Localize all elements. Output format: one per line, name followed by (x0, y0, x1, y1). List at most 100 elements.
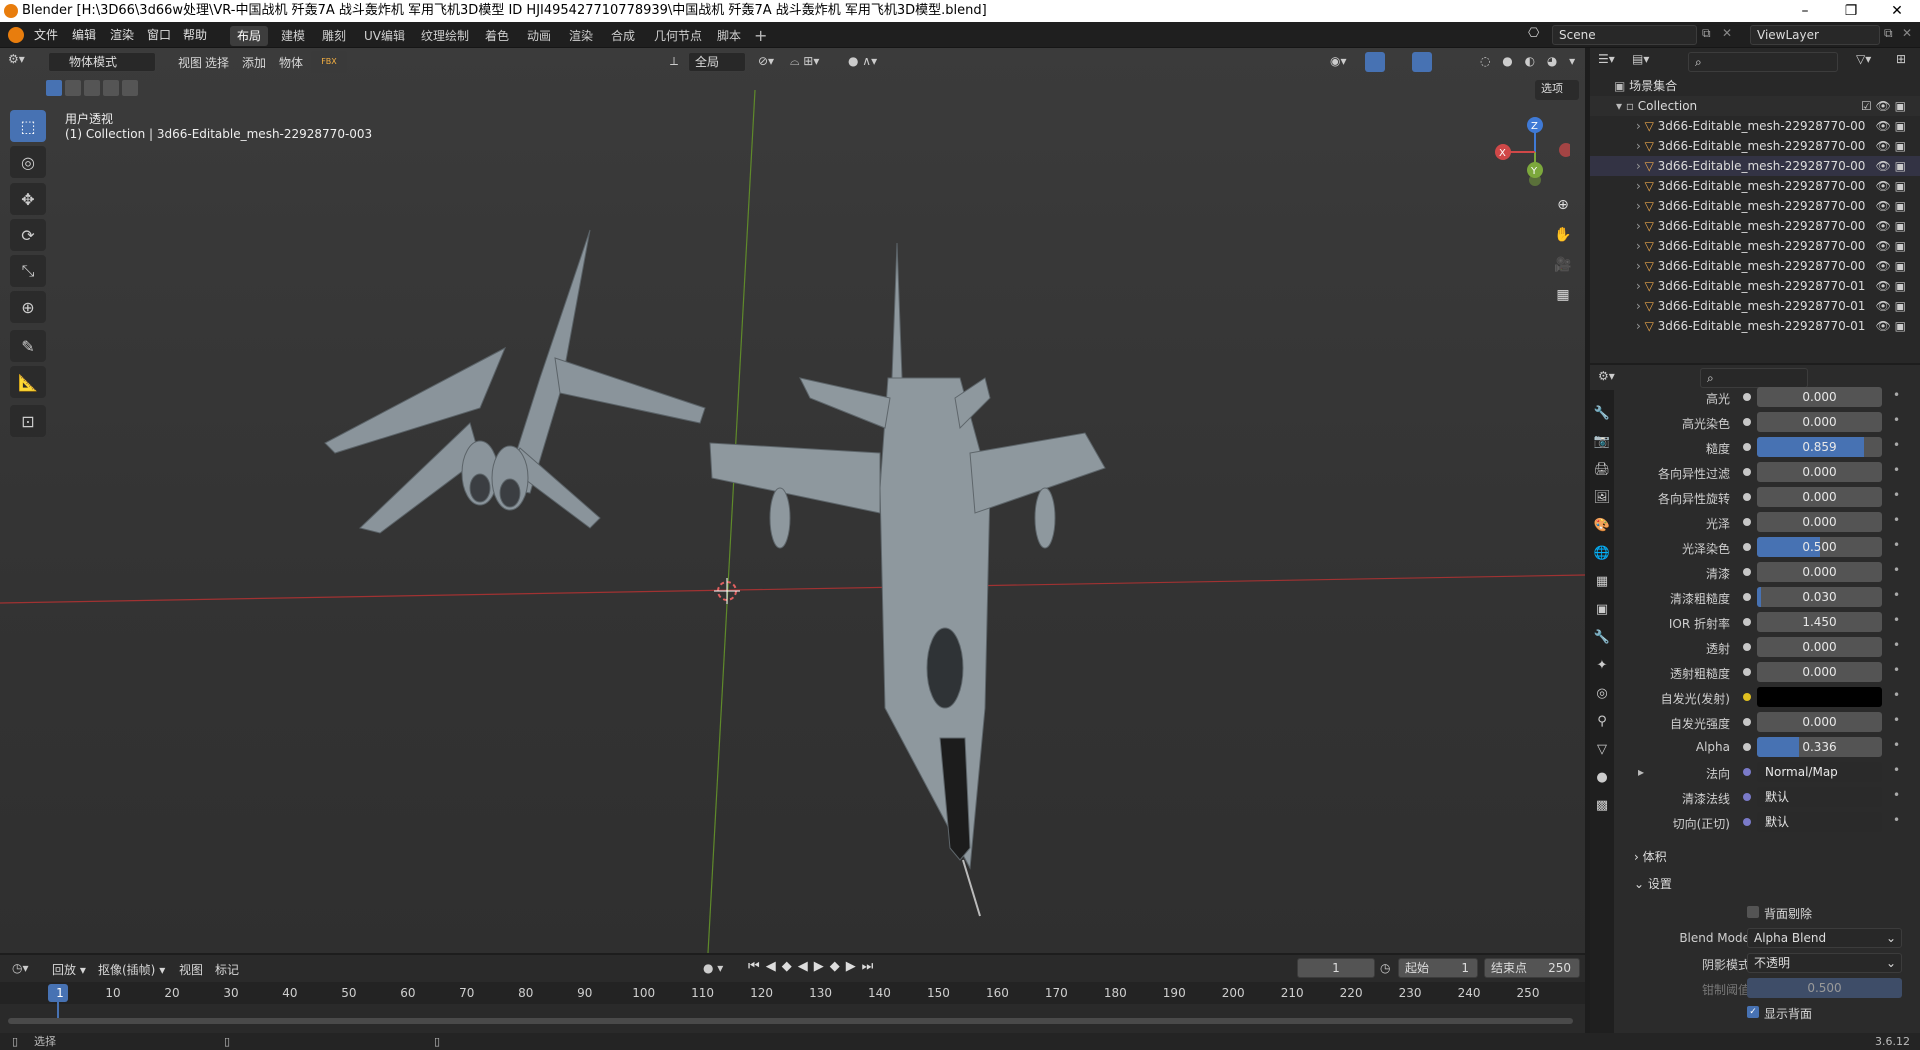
scene-duplicate-icon[interactable]: ⧉ (1702, 26, 1711, 41)
viewlayer-duplicate-icon[interactable]: ⧉ (1884, 26, 1893, 41)
measure-tool[interactable]: 📐 (10, 366, 46, 398)
property-value-field[interactable] (1757, 687, 1882, 707)
property-value-field[interactable]: 0.336 (1757, 737, 1882, 757)
visibility-toggle-icon[interactable]: 👁 ▣ (1876, 156, 1906, 176)
menu-render[interactable]: 渲染 (110, 22, 134, 48)
keyframe-dot-icon[interactable]: • (1893, 513, 1900, 527)
select-box-tool[interactable]: ⬚ (10, 110, 46, 142)
menu-window[interactable]: 窗口 (147, 22, 171, 48)
keyframe-dot-icon[interactable]: • (1893, 438, 1900, 452)
tab-geometry-nodes[interactable]: 几何节点 (647, 26, 709, 46)
outliner-search[interactable]: ⌕ (1688, 52, 1838, 72)
volume-panel-header[interactable]: › 体积 (1634, 848, 1667, 865)
select-intersect-icon[interactable] (122, 80, 138, 96)
blend-mode-select[interactable]: Alpha Blend ⌄ (1747, 928, 1902, 948)
keyframe-dot-icon[interactable]: • (1893, 738, 1900, 752)
select-new-icon[interactable] (46, 80, 62, 96)
close-icon[interactable]: ✕ (1874, 0, 1920, 22)
socket-icon[interactable] (1743, 618, 1751, 626)
visibility-toggle-icon[interactable]: 👁 ▣ (1876, 296, 1906, 316)
socket-icon[interactable] (1743, 743, 1751, 751)
property-value-field[interactable]: 默认 (1757, 812, 1882, 832)
property-value-field[interactable]: 0.000 (1757, 637, 1882, 657)
outliner-new-collection-icon[interactable]: ⊞ (1896, 52, 1906, 66)
outliner-display-mode-icon[interactable]: ▤▾ (1632, 52, 1649, 66)
grid-perspective-icon[interactable]: ▦ (1551, 283, 1575, 307)
fbx-addon-icon[interactable]: FBX (311, 51, 347, 73)
clip-threshold-field[interactable]: 0.500 (1747, 978, 1902, 998)
annotate-tool[interactable]: ✎ (10, 330, 46, 362)
minimize-icon[interactable]: – (1782, 0, 1828, 22)
property-value-field[interactable]: 0.000 (1757, 387, 1882, 407)
add-cube-tool[interactable]: ⊡ (10, 405, 46, 437)
keyframe-dot-icon[interactable]: • (1893, 538, 1900, 552)
keyframe-dot-icon[interactable]: • (1893, 663, 1900, 677)
visibility-toggle-icon[interactable]: 👁 ▣ (1876, 116, 1906, 136)
editor-type-icon[interactable]: ⚙▾ (8, 52, 38, 72)
settings-panel-header[interactable]: ⌄ 设置 (1634, 875, 1672, 892)
tab-modeling[interactable]: 建模 (274, 26, 312, 46)
property-value-field[interactable]: 0.859 (1757, 437, 1882, 457)
property-value-field[interactable]: 默认 (1757, 787, 1882, 807)
record-icon[interactable]: ● ▾ (703, 961, 723, 975)
property-value-field[interactable]: 0.500 (1757, 537, 1882, 557)
transform-orientation[interactable]: 全局 (688, 52, 746, 72)
outliner-object-row[interactable]: › ▽ 3d66-Editable_mesh-22928770-00 👁 ▣ (1590, 196, 1920, 216)
visibility-toggle-icon[interactable]: 👁 ▣ (1876, 236, 1906, 256)
socket-icon[interactable] (1743, 493, 1751, 501)
backface-culling-checkbox[interactable] (1747, 906, 1759, 918)
socket-icon[interactable] (1743, 443, 1751, 451)
menu-edit[interactable]: 编辑 (72, 22, 96, 48)
socket-icon[interactable] (1743, 593, 1751, 601)
visibility-toggle-icon[interactable]: 👁 ▣ (1876, 176, 1906, 196)
property-value-field[interactable]: 0.000 (1757, 562, 1882, 582)
outliner-object-row[interactable]: › ▽ 3d66-Editable_mesh-22928770-01 👁 ▣ (1590, 276, 1920, 296)
pivot-icon[interactable]: ⊘▾ (758, 54, 774, 68)
menu-file[interactable]: 文件 (34, 22, 58, 48)
pan-hand-icon[interactable]: ✋ (1551, 223, 1575, 247)
viewlayer-close-icon[interactable]: ✕ (1902, 26, 1912, 40)
outliner-object-row[interactable]: › ▽ 3d66-Editable_mesh-22928770-00 👁 ▣ (1590, 256, 1920, 276)
move-tool[interactable]: ✥ (10, 183, 46, 215)
expand-arrow-icon[interactable]: ▸ (1638, 765, 1644, 779)
timeline-menu-keying[interactable]: 抠像(插帧) ▾ (98, 961, 165, 978)
outliner-object-row[interactable]: › ▽ 3d66-Editable_mesh-22928770-01 👁 ▣ (1590, 316, 1920, 336)
cursor-tool[interactable]: ◎ (10, 146, 46, 178)
visibility-toggle-icon[interactable]: 👁 ▣ (1876, 136, 1906, 156)
keyframe-dot-icon[interactable]: • (1893, 813, 1900, 827)
properties-editor-icon[interactable]: ⚙▾ (1598, 369, 1615, 383)
viewport-menu-view[interactable]: 视图 (178, 54, 202, 71)
timeline-menu-playback[interactable]: 回放 ▾ (52, 961, 86, 978)
tab-layout[interactable]: 布局 (230, 26, 269, 46)
outliner-object-row[interactable]: › ▽ 3d66-Editable_mesh-22928770-00 👁 ▣ (1590, 116, 1920, 136)
scene-close-icon[interactable]: ✕ (1722, 26, 1732, 40)
keyframe-dot-icon[interactable]: • (1893, 388, 1900, 402)
property-value-field[interactable]: 0.000 (1757, 662, 1882, 682)
keyframe-dot-icon[interactable]: • (1893, 488, 1900, 502)
outliner-scene-collection[interactable]: ▣ 场景集合 (1590, 76, 1920, 96)
select-extend-icon[interactable] (65, 80, 81, 96)
outliner-filter-icon[interactable]: ▽▾ (1856, 52, 1871, 66)
tab-animation[interactable]: 动画 (520, 26, 558, 46)
keyframe-dot-icon[interactable]: • (1893, 788, 1900, 802)
keyframe-dot-icon[interactable]: • (1893, 613, 1900, 627)
camera-view-icon[interactable]: 🎥 (1551, 253, 1575, 277)
socket-icon[interactable] (1743, 643, 1751, 651)
properties-search[interactable]: ⌕ (1700, 368, 1808, 388)
shading-mode-icon[interactable]: ◌ ● ◐ ◕ ▾ (1480, 54, 1579, 68)
gizmo-toggle-icon[interactable] (1365, 52, 1385, 72)
visibility-toggle-icon[interactable]: 👁 ▣ (1876, 256, 1906, 276)
socket-icon[interactable] (1743, 718, 1751, 726)
keyframe-dot-icon[interactable]: • (1893, 563, 1900, 577)
socket-icon[interactable] (1743, 393, 1751, 401)
outliner-editor-icon[interactable]: ☰▾ (1598, 52, 1615, 66)
menu-help[interactable]: 帮助 (183, 22, 207, 48)
visibility-toggle-icon[interactable]: 👁 ▣ (1876, 276, 1906, 296)
keyframe-dot-icon[interactable]: • (1893, 413, 1900, 427)
start-frame-field[interactable]: 起始 1 (1398, 958, 1478, 978)
add-workspace-icon[interactable]: + (754, 26, 767, 45)
tab-compositing[interactable]: 合成 (604, 26, 642, 46)
transform-tool[interactable]: ⊕ (10, 291, 46, 323)
outliner-object-row[interactable]: › ▽ 3d66-Editable_mesh-22928770-00 👁 ▣ (1590, 136, 1920, 156)
select-subtract-icon[interactable] (84, 80, 100, 96)
